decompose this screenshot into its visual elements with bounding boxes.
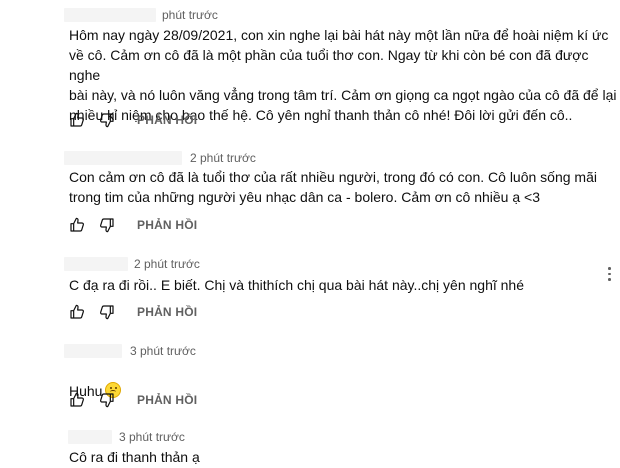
comment-actions: PHẢN HỒI: [69, 111, 197, 129]
reply-button[interactable]: PHẢN HỒI: [137, 305, 197, 319]
reply-button[interactable]: PHẢN HỒI: [137, 393, 197, 407]
thumbs-up-icon: [70, 392, 84, 407]
comment-thread: phút trước Hôm nay ngày 28/09/2021, con …: [0, 0, 620, 130]
dislike-button[interactable]: [99, 392, 115, 408]
comment-thread: 3 phút trước Huhu PHẢN HỒI: [0, 338, 620, 418]
comment-timestamp[interactable]: 3 phút trước: [119, 430, 185, 444]
comment-timestamp[interactable]: phút trước: [162, 8, 218, 22]
like-button[interactable]: [69, 304, 85, 320]
comment-text: C đạ ra đi rồi.. E biết. Chị và thithích…: [69, 277, 525, 293]
thumbs-down-icon: [100, 218, 114, 233]
author-name-redacted[interactable]: [64, 8, 156, 22]
comment-timestamp[interactable]: 2 phút trước: [134, 257, 200, 271]
comment-thread: 2 phút trước C đạ ra đi rồi.. E biết. Ch…: [0, 250, 620, 330]
dislike-button[interactable]: [99, 304, 115, 320]
like-button[interactable]: [69, 217, 85, 233]
like-button[interactable]: [69, 392, 85, 408]
comment-thread: 2 phút trước Con cảm ơn cô đã là tuổi th…: [0, 145, 620, 235]
author-name-redacted[interactable]: [68, 430, 112, 444]
comment-text: Con cảm ơn cô đã là tuổi thơ của rất nhi…: [69, 169, 597, 205]
comment-actions: PHẢN HỒI: [69, 391, 197, 409]
dislike-button[interactable]: [99, 217, 115, 233]
thumbs-down-icon: [100, 393, 114, 408]
comments-list: phút trước Hôm nay ngày 28/09/2021, con …: [0, 0, 620, 468]
comment-actions: PHẢN HỒI: [69, 216, 197, 234]
like-button[interactable]: [69, 112, 85, 128]
comment-text: Hôm nay ngày 28/09/2021, con xin nghe lạ…: [69, 27, 617, 123]
author-name-redacted[interactable]: [64, 257, 128, 271]
comment-timestamp[interactable]: 2 phút trước: [190, 151, 256, 165]
comment-text: Cô ra đi thanh thản ạ: [69, 449, 200, 465]
author-name-redacted[interactable]: [64, 344, 122, 358]
more-vertical-icon[interactable]: [604, 266, 614, 282]
thumbs-up-icon: [70, 112, 84, 127]
reply-button[interactable]: PHẢN HỒI: [137, 218, 197, 232]
thumbs-up-icon: [70, 304, 84, 319]
comment-timestamp[interactable]: 3 phút trước: [130, 344, 196, 358]
comment-actions: PHẢN HỒI: [69, 303, 197, 321]
thumbs-up-icon: [70, 217, 84, 232]
thumbs-down-icon: [100, 305, 114, 320]
author-name-redacted[interactable]: [64, 151, 182, 165]
dislike-button[interactable]: [99, 112, 115, 128]
reply-button[interactable]: PHẢN HỒI: [137, 113, 197, 127]
thumbs-down-icon: [100, 113, 114, 128]
comment-thread: 3 phút trước Cô ra đi thanh thản ạ: [0, 425, 620, 468]
